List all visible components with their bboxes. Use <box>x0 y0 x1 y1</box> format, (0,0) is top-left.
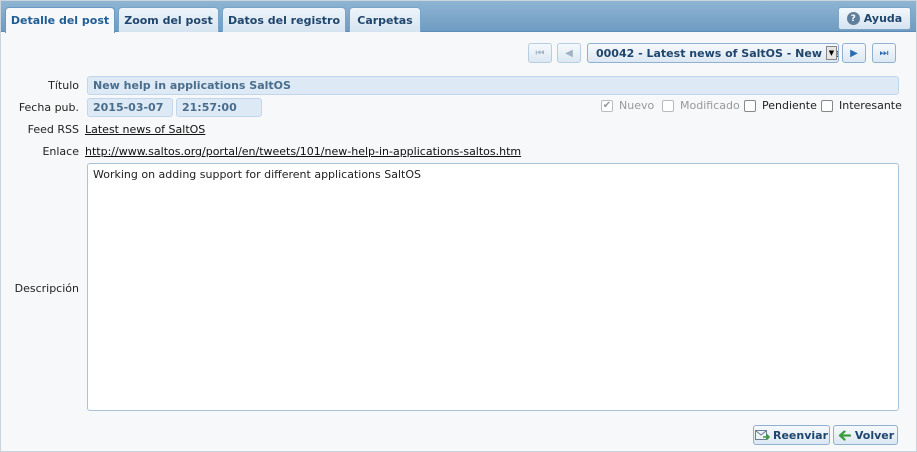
tab-label: Carpetas <box>357 13 413 27</box>
tab-bar: Detalle del post Zoom del post Datos del… <box>1 1 916 33</box>
back-label: Volver <box>854 428 895 442</box>
checkbox-icon <box>744 99 756 112</box>
flag-pending[interactable]: Pendiente <box>744 99 817 112</box>
next-page-button[interactable]: ▶ <box>842 43 866 63</box>
link-label: Enlace <box>42 145 79 158</box>
last-page-icon: ⏭ <box>879 47 889 59</box>
help-label: Ayuda <box>863 12 903 25</box>
first-page-icon: ⏮ <box>535 47 545 59</box>
time-field[interactable]: 21:57:00 <box>176 98 262 117</box>
title-label: Título <box>48 79 79 92</box>
email-forward-icon <box>754 429 770 442</box>
description-textarea[interactable]: Working on adding support for different … <box>87 163 899 411</box>
question-icon: ? <box>846 12 860 25</box>
date-field[interactable]: 2015-03-07 <box>87 98 173 117</box>
flag-label: Nuevo <box>619 99 655 112</box>
back-button[interactable]: Volver <box>833 425 898 445</box>
flag-label: Modificado <box>680 99 740 112</box>
tab-label: Datos del registro <box>228 13 340 27</box>
chevron-down-icon: ▼ <box>826 46 837 60</box>
description-label: Descripción <box>14 282 79 295</box>
tab-folders[interactable]: Carpetas <box>349 7 421 32</box>
tab-post-zoom[interactable]: Zoom del post <box>118 7 219 32</box>
record-selector[interactable]: 00042 - Latest news of SaltOS - New help… <box>587 43 839 63</box>
tab-label: Zoom del post <box>124 13 213 27</box>
checkbox-checked-icon: ✔ <box>601 99 613 112</box>
date-label: Fecha pub. <box>18 101 79 114</box>
tab-label: Detalle del post <box>10 14 110 27</box>
checkbox-icon <box>821 99 833 112</box>
flag-interesting[interactable]: Interesante <box>821 99 902 112</box>
title-field[interactable]: New help in applications SaltOS <box>87 76 899 95</box>
feed-label: Feed RSS <box>27 123 79 136</box>
arrow-left-icon <box>837 429 852 442</box>
next-page-icon: ▶ <box>850 47 858 59</box>
flag-label: Pendiente <box>762 99 817 112</box>
tab-record-data[interactable]: Datos del registro <box>222 7 346 32</box>
checkbox-icon <box>662 99 674 112</box>
prev-page-icon: ◀ <box>565 47 573 59</box>
prev-page-button[interactable]: ◀ <box>557 43 581 63</box>
help-button[interactable]: ? Ayuda <box>838 7 911 30</box>
app-window: Detalle del post Zoom del post Datos del… <box>0 0 917 452</box>
last-page-button[interactable]: ⏭ <box>872 43 896 63</box>
record-selector-value: 00042 - Latest news of SaltOS - New help… <box>596 46 838 60</box>
flag-label: Interesante <box>839 99 902 112</box>
resend-label: Reenviar <box>772 428 828 442</box>
feed-link[interactable]: Latest news of SaltOS <box>85 123 205 136</box>
resend-button[interactable]: Reenviar <box>753 425 830 445</box>
flag-new[interactable]: ✔ Nuevo <box>601 99 654 112</box>
post-url-link[interactable]: http://www.saltos.org/portal/en/tweets/1… <box>85 145 521 158</box>
tab-post-detail[interactable]: Detalle del post <box>5 7 115 33</box>
flag-modified[interactable]: Modificado <box>662 99 740 112</box>
first-page-button[interactable]: ⏮ <box>528 43 552 63</box>
